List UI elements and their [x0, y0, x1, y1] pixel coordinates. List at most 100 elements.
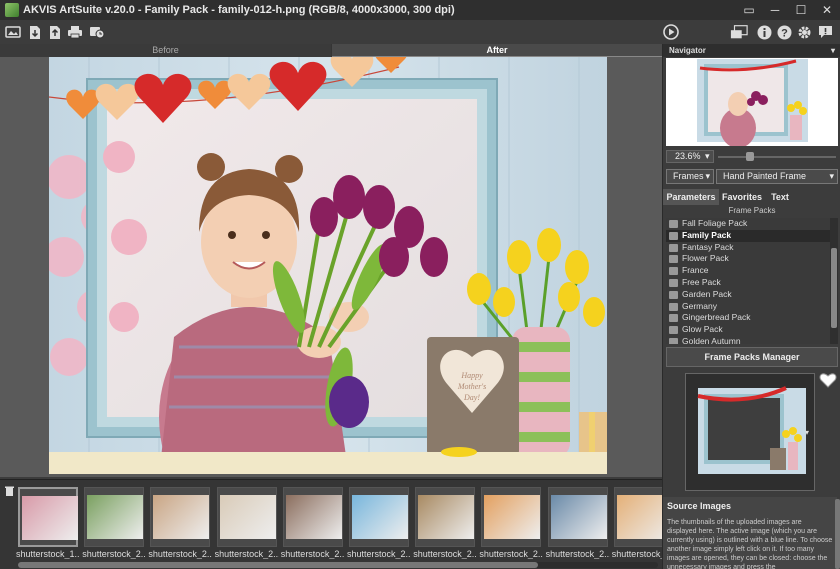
- frame-pack-label: Free Pack: [682, 276, 721, 287]
- thumbnail-label: shutterstock_2...: [347, 549, 411, 559]
- open-image-icon[interactable]: [4, 23, 22, 41]
- filmstrip-scrollbar[interactable]: [18, 562, 658, 568]
- framed-photo[interactable]: Happy Mother's Day!: [49, 57, 607, 474]
- frames-category-dropdown[interactable]: Frames ▾: [666, 169, 714, 184]
- frame-packs-scroll-thumb[interactable]: [831, 248, 837, 328]
- frame-pack-icon: [669, 302, 678, 311]
- plaque-text-line3: Day!: [463, 393, 480, 402]
- thumbnail-label: shutterstock_2...: [148, 549, 213, 559]
- batch-icon[interactable]: [88, 23, 106, 41]
- frame-pack-item[interactable]: Free Pack: [666, 277, 830, 289]
- title-bar: AKVIS ArtSuite v.20.0 - Family Pack - fa…: [0, 0, 840, 20]
- print-icon[interactable]: [66, 23, 84, 41]
- frame-pack-item[interactable]: Garden Pack: [666, 289, 830, 301]
- tab-after[interactable]: After: [332, 44, 662, 57]
- thumbnail-label: shutterstock_2...: [413, 549, 478, 559]
- frame-packs-list: Fall Foliage Pack Family Pack Fantasy Pack…: [666, 218, 830, 344]
- frame-pack-item[interactable]: Gingerbread Pack: [666, 312, 830, 324]
- frame-pack-item[interactable]: Glow Pack: [666, 324, 830, 336]
- frame-pack-item[interactable]: Golden Autumn: [666, 336, 830, 344]
- frame-pack-item[interactable]: Fantasy Pack: [666, 242, 830, 254]
- maximize-button[interactable]: ☐: [788, 0, 814, 20]
- trash-icon[interactable]: [5, 486, 14, 499]
- tab-text[interactable]: Text: [765, 189, 795, 205]
- help-scrollbar[interactable]: [835, 499, 840, 569]
- frame-pack-icon: [669, 290, 678, 299]
- thumbnail-image: [153, 495, 210, 539]
- frames-category-label: Frames: [673, 171, 704, 181]
- import-icon[interactable]: [26, 23, 44, 41]
- thumbnail[interactable]: [18, 487, 78, 547]
- frame-pack-label: France: [682, 265, 709, 276]
- thumbnail-label: shutterstock_2...: [82, 549, 147, 559]
- chevron-down-icon: ▾: [829, 171, 834, 181]
- frame-pack-item[interactable]: Fall Foliage Pack: [666, 218, 830, 230]
- settings-icon[interactable]: [795, 23, 813, 41]
- zoom-dropdown[interactable]: 23.6% ▾: [666, 150, 714, 163]
- thumbnail[interactable]: [150, 487, 211, 547]
- frame-style-dropdown[interactable]: Hand Painted Frame ▾: [716, 169, 838, 184]
- thumbnail-image: [219, 495, 276, 539]
- thumbnail[interactable]: [481, 487, 542, 547]
- close-button[interactable]: ✕: [814, 0, 840, 20]
- thumbnail-label: shutterstock_2...: [280, 549, 345, 559]
- run-icon[interactable]: [662, 23, 680, 41]
- navigator-header: Navigator ▾: [663, 44, 840, 57]
- frame-pack-label: Gingerbread Pack: [682, 312, 751, 323]
- svg-text:?: ?: [781, 27, 788, 39]
- frame-packs-manager-button[interactable]: Frame Packs Manager: [666, 347, 838, 367]
- heart-favorite-icon[interactable]: [819, 372, 837, 391]
- toolbar: ?: [0, 20, 840, 44]
- export-icon[interactable]: [46, 23, 64, 41]
- frame-pack-label: Flower Pack: [682, 253, 729, 264]
- minimize-button[interactable]: ─: [762, 0, 788, 20]
- source-images-help: Source Images The thumbnails of the uplo…: [663, 497, 837, 569]
- frame-pack-icon: [669, 278, 678, 287]
- notification-icon[interactable]: [816, 23, 834, 41]
- info-icon[interactable]: [755, 23, 773, 41]
- help-icon[interactable]: ?: [775, 23, 793, 41]
- frame-pack-item[interactable]: Flower Pack: [666, 253, 830, 265]
- chevron-down-icon: ▾: [705, 151, 710, 161]
- thumbnail-image: [352, 495, 408, 539]
- artwork-illustration: Happy Mother's Day!: [49, 57, 607, 474]
- frame-pack-item[interactable]: Family Pack: [666, 229, 830, 242]
- thumbnail[interactable]: [84, 487, 145, 547]
- app-logo-icon: [5, 3, 19, 17]
- tab-before[interactable]: Before: [0, 44, 331, 57]
- chevron-down-icon[interactable]: ▾: [805, 428, 809, 437]
- workspace-icon[interactable]: [730, 23, 748, 41]
- frame-pack-item[interactable]: Germany: [666, 301, 830, 313]
- right-panel: Navigator ▾ 23.6% ▾ Frames ▾ Hand Painte…: [662, 44, 840, 569]
- zoom-slider-handle[interactable]: [745, 152, 754, 161]
- thumbnail[interactable]: [349, 487, 409, 547]
- frame-pack-icon: [669, 314, 678, 323]
- frame-pack-label: Family Pack: [682, 229, 732, 240]
- tab-favorites[interactable]: Favorites: [719, 189, 765, 205]
- thumbnail[interactable]: [216, 487, 277, 547]
- window-controls: ▭ ─ ☐ ✕: [736, 0, 840, 20]
- tab-parameters[interactable]: Parameters: [663, 189, 719, 205]
- restore-view-icon[interactable]: ▭: [736, 0, 762, 20]
- frame-pack-icon: [669, 231, 678, 240]
- frame-pack-label: Garden Pack: [682, 288, 732, 299]
- chevron-down-icon[interactable]: ▾: [831, 44, 835, 57]
- filmstrip-scroll-thumb[interactable]: [18, 562, 538, 568]
- thumbnail[interactable]: [282, 487, 343, 547]
- zoom-slider[interactable]: [718, 152, 836, 161]
- frame-packs-scrollbar[interactable]: [830, 218, 838, 344]
- navigator-preview[interactable]: [666, 58, 838, 148]
- thumbnail-image: [285, 495, 342, 539]
- thumbnail[interactable]: [547, 487, 608, 547]
- frame-pack-label: Golden Autumn: [682, 335, 741, 344]
- frame-preview: [685, 373, 815, 491]
- frame-pack-label: Glow Pack: [682, 324, 723, 335]
- image-canvas[interactable]: Happy Mother's Day!: [0, 57, 662, 477]
- thumbnail[interactable]: [415, 487, 476, 547]
- source-images-strip: shutterstock_1... shutterstock_2... shutte…: [0, 479, 676, 569]
- thumbnail-image: [550, 495, 607, 539]
- frame-pack-label: Fantasy Pack: [682, 241, 734, 252]
- thumbnail-image: [484, 495, 541, 539]
- thumbnail-label: shutterstock_2...: [545, 549, 610, 559]
- frame-pack-item[interactable]: France: [666, 265, 830, 277]
